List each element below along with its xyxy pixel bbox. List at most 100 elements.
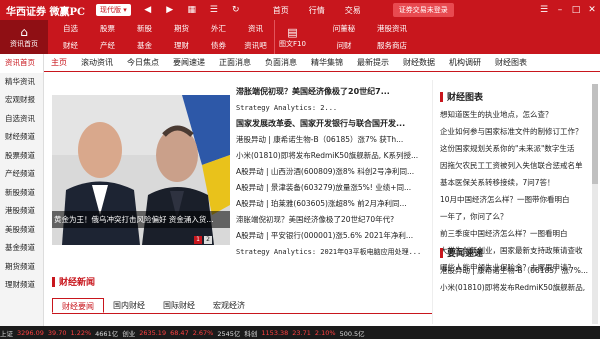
sidebar-item-us[interactable]: 美股频道 — [0, 221, 43, 240]
news-item[interactable]: 港股异动 | 康希诺生物-B（06185）涨7% 获Th... — [236, 132, 432, 148]
scrollbar[interactable] — [592, 84, 598, 324]
index-kc-name[interactable]: 科创 — [244, 328, 257, 338]
tab-international-finance[interactable]: 国际财经 — [154, 298, 204, 313]
sidebar-item-info-home[interactable]: 资讯首页 — [0, 54, 43, 73]
sidebar-item-funds[interactable]: 基金频道 — [0, 239, 43, 258]
tab-charts[interactable]: 财经图表 — [488, 57, 534, 68]
express-list: 港股异动 | 康希诺生物-B（06185）涨7%... 小米(01810)即将发… — [440, 262, 592, 296]
tb-ipo[interactable]: 新股 — [126, 23, 163, 34]
grid-icon[interactable]: ▦ — [181, 5, 203, 15]
tb-futures[interactable]: 期货 — [163, 23, 200, 34]
maximize-icon[interactable]: □ — [568, 5, 584, 15]
f10-button[interactable]: ▤ 图文F10 — [274, 20, 310, 54]
list-item[interactable]: 小米(01810)即将发布RedmiK50旗舰新品, — [440, 279, 592, 296]
list-item[interactable]: 因拖欠农民工工资被列入失信联合惩戒名单 — [440, 157, 592, 174]
tb-forum[interactable]: 资讯吧 — [237, 40, 274, 51]
nav-home[interactable]: 首页 — [263, 5, 299, 16]
index-cy-name[interactable]: 创业 — [122, 328, 135, 338]
tab-tips[interactable]: 最新提示 — [350, 57, 396, 68]
sidebar-item-industry[interactable]: 产经频道 — [0, 165, 43, 184]
tb-ask-secretary[interactable]: 问董秘 — [320, 23, 368, 34]
scroll-thumb[interactable] — [592, 84, 598, 184]
news-item[interactable]: Strategy Analytics: 2... — [236, 100, 432, 116]
index-kc-value: 1153.38 — [261, 328, 289, 337]
list-item[interactable]: 一年了，你问了么？ — [440, 208, 592, 225]
tb-stocks[interactable]: 股票 — [89, 23, 126, 34]
sidebar-item-macro[interactable]: 宏观财报 — [0, 91, 43, 110]
list-item[interactable]: 这份国家规划关系你的"未来派"数字生活 — [440, 140, 592, 157]
sidebar-item-futures[interactable]: 期货频道 — [0, 258, 43, 277]
tb-watchlist[interactable]: 自选 — [52, 23, 89, 34]
news-item[interactable]: A股异动 | 山西汾酒(600809)涨8% 科创2号净利同... — [236, 164, 432, 180]
news-item[interactable]: 国家发展改革委、国家开发银行与联合国开发... — [236, 116, 432, 132]
sidebar-item-stocks[interactable]: 股票频道 — [0, 147, 43, 166]
tb-hk-news[interactable]: 港股资讯 — [368, 23, 416, 34]
list-item[interactable]: 10月中国经济怎么样？一图带你看明白 — [440, 191, 592, 208]
news-item[interactable]: A股异动 | 景津装备(603279)放量涨5%! 业绩+同... — [236, 180, 432, 196]
list-item[interactable]: 企业如何参与国家标准文件的制修订工作？ — [440, 123, 592, 140]
index-sh-volume: 4661亿 — [95, 329, 119, 338]
news-item[interactable]: Strategy Analytics: 2021年Q3平板电脑应用处理... — [236, 244, 432, 260]
sidebar-item-finance[interactable]: 财经频道 — [0, 128, 43, 147]
sidebar-item-wealth[interactable]: 理财频道 — [0, 276, 43, 295]
nav-trade[interactable]: 交易 — [335, 5, 371, 16]
carousel-caption[interactable]: 黄金为王！俄乌冲突打击风险偏好 资金涌入货... — [52, 211, 230, 228]
minimize-icon[interactable]: – — [552, 5, 568, 15]
list-item[interactable]: 想知道医生的执业地点，怎么查？ — [440, 106, 592, 123]
news-item[interactable]: 滞胀端倪初现？美国经济像极了20世纪70年代? — [236, 212, 432, 228]
tb-news[interactable]: 资讯 — [237, 23, 274, 34]
index-sh-change: 39.70 — [47, 328, 67, 337]
tab-express[interactable]: 要闻速递 — [166, 57, 212, 68]
tb-industry[interactable]: 产经 — [89, 40, 126, 51]
section-marker — [440, 91, 443, 102]
tb-funds[interactable]: 基金 — [126, 40, 163, 51]
tb-service-store[interactable]: 服务商店 — [368, 40, 416, 51]
back-icon[interactable]: ◀ — [137, 5, 159, 15]
index-cy-volume: 2545亿 — [217, 329, 241, 338]
tab-negative[interactable]: 负面消息 — [258, 57, 304, 68]
menu-icon[interactable]: ☰ — [536, 5, 552, 15]
index-kc-volume: 500.5亿 — [339, 329, 365, 338]
sidebar-item-ipo[interactable]: 新股频道 — [0, 184, 43, 203]
section-marker — [52, 276, 55, 287]
news-item[interactable]: A股异动 | 平安银行(000001)涨5.6% 2021年净利... — [236, 228, 432, 244]
version-select[interactable]: 现代版 ▾ — [96, 4, 131, 16]
news-item[interactable]: 小米(01810)即将发布RedmiK50旗舰新品, K系列授... — [236, 148, 432, 164]
list-item[interactable]: 港股异动 | 康希诺生物-B（06185）涨7%... — [440, 262, 592, 279]
news-item[interactable]: 滞胀端倪初现？美国经济像极了20世纪7... — [236, 84, 432, 100]
carousel-page-2[interactable]: 2 — [204, 236, 212, 244]
sidebar: 资讯首页 精华资讯 宏观财报 自选资讯 财经频道 股票频道 产经频道 新股频道 … — [0, 54, 44, 326]
news-item[interactable]: A股异动 | 珀莱雅(603605)涨超8% 前2月净利同... — [236, 196, 432, 212]
tb-wencai[interactable]: 问财 — [320, 40, 368, 51]
sidebar-item-watchlist[interactable]: 自选资讯 — [0, 110, 43, 129]
tab-finance-headlines[interactable]: 财经要闻 — [52, 298, 104, 313]
tb-wealth[interactable]: 理财 — [163, 40, 200, 51]
forward-icon[interactable]: ▶ — [159, 5, 181, 15]
tab-data[interactable]: 财经数据 — [396, 57, 442, 68]
index-sh-name[interactable]: 上证 — [0, 328, 13, 338]
list-icon[interactable]: ☰ — [203, 5, 225, 15]
index-sh-percent: 1.22% — [70, 328, 92, 337]
refresh-icon[interactable]: ↻ — [225, 5, 247, 15]
close-icon[interactable]: ✕ — [584, 5, 600, 15]
list-item[interactable]: 基本医保关系转移接续，7问7答！ — [440, 174, 592, 191]
tab-macro-economy[interactable]: 宏观经济 — [204, 298, 254, 313]
sidebar-item-hk[interactable]: 港股频道 — [0, 202, 43, 221]
tb-forex[interactable]: 外汇 — [200, 23, 237, 34]
carousel-page-1[interactable]: 1 — [194, 236, 202, 244]
tab-positive[interactable]: 正面消息 — [212, 57, 258, 68]
info-home-button[interactable]: ⌂ 资讯首页 — [0, 20, 48, 54]
tb-bonds[interactable]: 债券 — [200, 40, 237, 51]
tab-domestic-finance[interactable]: 国内财经 — [104, 298, 154, 313]
tab-highlights[interactable]: 精华集锦 — [304, 57, 350, 68]
title-bar: 华西证券 微赢PC 现代版 ▾ ◀ ▶ ▦ ☰ ↻ 首页 行情 交易 证券交易未… — [0, 0, 600, 20]
list-item[interactable]: 前三季度中国经济怎么样？一图看明白 — [440, 225, 592, 242]
tab-rolling[interactable]: 滚动资讯 — [74, 57, 120, 68]
tb-finance[interactable]: 财经 — [52, 40, 89, 51]
login-status[interactable]: 证券交易未登录 — [392, 3, 454, 17]
nav-market[interactable]: 行情 — [299, 5, 335, 16]
tab-research[interactable]: 机构调研 — [442, 57, 488, 68]
tab-home[interactable]: 主页 — [44, 57, 74, 68]
sidebar-item-featured[interactable]: 精华资讯 — [0, 73, 43, 92]
tab-focus[interactable]: 今日焦点 — [120, 57, 166, 68]
